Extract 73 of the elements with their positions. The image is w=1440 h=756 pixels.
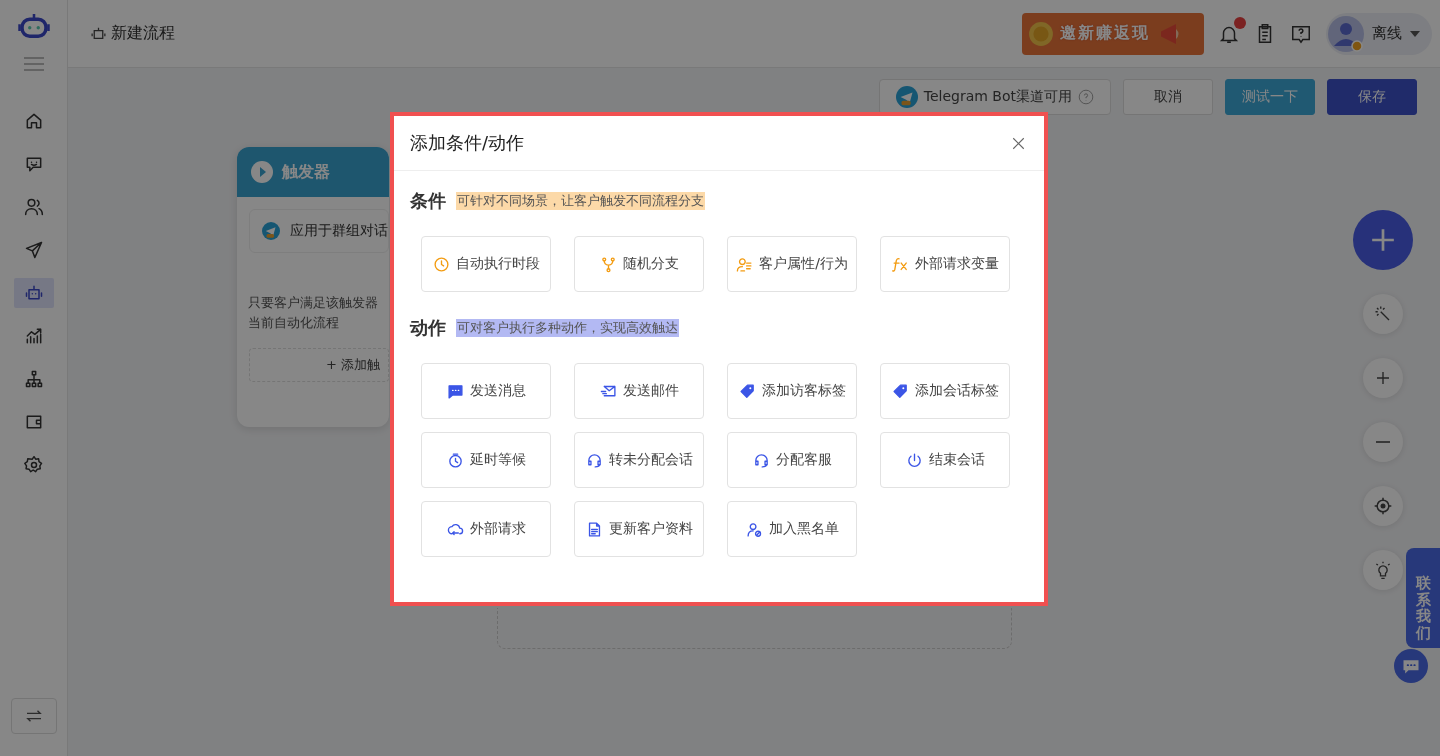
option-tile[interactable]: 更新客户资料	[574, 501, 704, 557]
option-tile[interactable]: 外部请求变量	[880, 236, 1010, 292]
tag-icon	[738, 382, 756, 400]
option-tile[interactable]: 自动执行时段	[421, 236, 551, 292]
bot-icon	[23, 283, 44, 303]
send-icon	[23, 240, 44, 260]
bot-icon	[90, 25, 107, 42]
section-heading: 条件	[410, 189, 446, 213]
timer-icon	[446, 451, 464, 469]
add-trigger-button[interactable]: + 添加触	[249, 348, 389, 382]
lightbulb-icon	[1373, 560, 1393, 580]
headset-icon	[585, 451, 603, 469]
robot-logo-icon	[16, 12, 51, 40]
tag-icon	[891, 382, 909, 400]
section-heading: 动作	[410, 316, 446, 340]
org-icon	[23, 369, 44, 389]
save-button[interactable]: 保存	[1327, 79, 1417, 115]
fork-icon	[599, 255, 617, 273]
help-icon	[1078, 89, 1094, 105]
caret-icon	[1410, 30, 1420, 37]
option-tile[interactable]: 转未分配会话	[574, 432, 704, 488]
telegram-icon	[262, 220, 280, 242]
sidebar-item[interactable]	[13, 278, 54, 308]
section-hint: 可针对不同场景，让客户触发不同流程分支	[456, 192, 705, 210]
channel-status[interactable]: Telegram Bot渠道可用	[878, 79, 1111, 115]
power-icon	[905, 451, 923, 469]
target-icon	[1373, 496, 1393, 516]
magic-wand-icon	[1374, 305, 1392, 323]
channel-row[interactable]: 应用于群组对话	[249, 209, 389, 253]
description-text: 只要客户满足该触发器	[248, 294, 378, 312]
option-tile[interactable]: 发送邮件	[574, 363, 704, 419]
option-tile[interactable]: 客户属性/行为	[727, 236, 857, 292]
swap-icon	[24, 709, 43, 723]
telegram-icon	[895, 86, 918, 108]
headset-icon	[752, 451, 770, 469]
cancel-button[interactable]: 取消	[1123, 79, 1213, 115]
option-tile[interactable]: 随机分支	[574, 236, 704, 292]
settings-icon	[23, 455, 44, 475]
option-tile[interactable]: 发送消息	[421, 363, 551, 419]
option-tile[interactable]: 添加访客标签	[727, 363, 857, 419]
option-tile[interactable]: 延时等候	[421, 432, 551, 488]
option-tile[interactable]: 添加会话标签	[880, 363, 1010, 419]
option-tile[interactable]: 外部请求	[421, 501, 551, 557]
option-tile[interactable]: 加入黑名单	[727, 501, 857, 557]
option-tile[interactable]: 结束会话	[880, 432, 1010, 488]
swap-button[interactable]	[10, 698, 57, 734]
user-menu[interactable]: 离线	[1326, 12, 1432, 55]
tips-button[interactable]	[1363, 550, 1403, 590]
plus-icon	[1370, 227, 1396, 253]
plus-icon	[1374, 369, 1392, 387]
option-tile[interactable]: 分配客服	[727, 432, 857, 488]
clock-icon	[432, 255, 450, 273]
close-icon[interactable]	[1011, 135, 1026, 151]
play-icon	[250, 160, 274, 184]
user-lines-icon	[736, 255, 754, 273]
add-button[interactable]	[1353, 210, 1413, 270]
dialog-title: 添加条件/动作	[410, 131, 525, 155]
chat-bubble-button[interactable]	[1394, 649, 1428, 683]
notification-dot	[1234, 16, 1246, 29]
user-block-icon	[745, 520, 763, 538]
zoom-in-button[interactable]	[1363, 358, 1403, 398]
avatar-icon	[1328, 15, 1364, 52]
section-hint: 可对客户执行多种动作，实现高效触达	[456, 319, 679, 337]
users-icon	[23, 197, 44, 217]
channel-label: 应用于群组对话	[290, 222, 388, 240]
locate-button[interactable]	[1363, 486, 1403, 526]
minus-icon	[1376, 441, 1390, 443]
fx-icon	[891, 255, 909, 273]
coin-icon	[1028, 20, 1054, 47]
message-icon	[446, 382, 464, 400]
card-title: 触发器	[282, 161, 330, 183]
page-title: 新建流程	[111, 23, 175, 44]
description-text: 当前自动化流程	[248, 314, 339, 332]
